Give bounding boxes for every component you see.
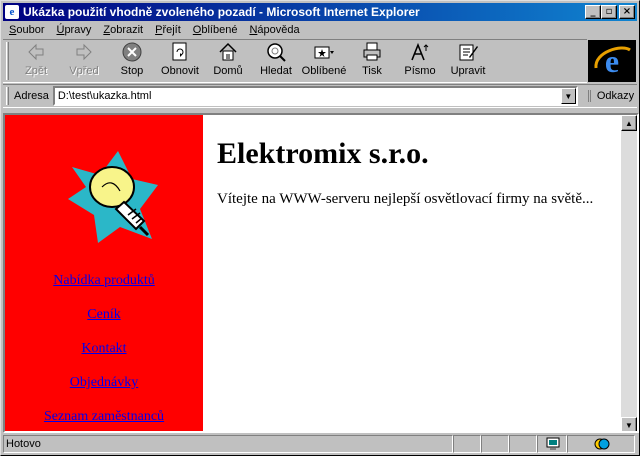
computer-zone-icon bbox=[546, 437, 560, 450]
arrow-up-icon: ▲ bbox=[625, 118, 633, 128]
font-size-icon bbox=[411, 42, 429, 61]
window-title: Ukázka použití vhodně zvoleného pozadí -… bbox=[23, 5, 420, 19]
ie-logo-icon: e bbox=[594, 43, 631, 79]
nav-link-orders[interactable]: Objednávky bbox=[5, 375, 203, 391]
search-icon bbox=[267, 43, 286, 62]
menu-oblibene[interactable]: Oblíbené bbox=[187, 24, 244, 36]
scroll-down-button[interactable]: ▼ bbox=[621, 417, 637, 431]
welcome-text: Vítejte na WWW-serveru nejlepší osvětlov… bbox=[217, 191, 594, 207]
nav-link-pricelist[interactable]: Ceník bbox=[5, 307, 203, 323]
address-input[interactable]: D:\test\ukazka.html ▼ bbox=[52, 86, 578, 106]
window-controls: _ ▫ × bbox=[585, 5, 635, 19]
scroll-up-button[interactable]: ▲ bbox=[621, 115, 637, 131]
edit-pencil-icon bbox=[459, 44, 478, 61]
search-button[interactable]: Hledat bbox=[252, 40, 300, 80]
ie-throbber-logo: e bbox=[588, 40, 636, 82]
standard-toolbar: Zpět Vpřed Stop Obnovit Domů Hledat Oblí… bbox=[3, 39, 587, 83]
address-value: D:\test\ukazka.html bbox=[57, 90, 152, 102]
status-pane-offline bbox=[537, 435, 567, 453]
vertical-scrollbar[interactable]: ▲ ▼ bbox=[621, 115, 637, 431]
address-label: Adresa bbox=[14, 90, 49, 102]
ie-app-icon: e bbox=[5, 5, 19, 19]
nav-link-contact[interactable]: Kontakt bbox=[5, 341, 203, 357]
arrow-down-icon: ▼ bbox=[625, 420, 633, 430]
local-zone-icon bbox=[594, 438, 610, 450]
stop-button[interactable]: Stop bbox=[108, 40, 156, 80]
toolbar-grip[interactable] bbox=[6, 42, 9, 80]
menu-upravy[interactable]: Úpravy bbox=[50, 24, 97, 36]
home-icon bbox=[219, 42, 237, 61]
forward-arrow-icon bbox=[76, 43, 92, 61]
address-grip[interactable] bbox=[6, 87, 9, 105]
nav-link-employees[interactable]: Seznam zaměstnanců bbox=[5, 409, 203, 425]
nav-link-products[interactable]: Nabídka produktů bbox=[5, 273, 203, 289]
maximize-button[interactable]: ▫ bbox=[601, 5, 617, 19]
title-bar: e Ukázka použití vhodně zvoleného pozadí… bbox=[3, 3, 637, 21]
address-dropdown-button[interactable]: ▼ bbox=[560, 88, 576, 104]
stop-icon bbox=[122, 42, 142, 62]
refresh-icon bbox=[172, 42, 187, 61]
browser-window: e Ukázka použití vhodně zvoleného pozadí… bbox=[0, 0, 640, 456]
status-pane-progress bbox=[453, 435, 481, 453]
back-button[interactable]: Zpět bbox=[12, 40, 60, 80]
svg-text:e: e bbox=[605, 43, 619, 79]
menu-napoveda[interactable]: Nápověda bbox=[243, 24, 305, 36]
favorites-folder-icon bbox=[314, 46, 334, 59]
page-sidebar: Nabídka produktů Ceník Kontakt Objednávk… bbox=[5, 115, 203, 431]
refresh-button[interactable]: Obnovit bbox=[156, 40, 204, 80]
status-bar: Hotovo bbox=[3, 435, 637, 453]
status-pane-zone bbox=[567, 435, 635, 453]
menu-zobrazit[interactable]: Zobrazit bbox=[97, 24, 149, 36]
close-button[interactable]: × bbox=[619, 5, 635, 19]
links-button[interactable]: Odkazy bbox=[587, 90, 634, 102]
font-button[interactable]: Písmo bbox=[396, 40, 444, 80]
menu-soubor[interactable]: Soubor bbox=[3, 24, 50, 36]
status-pane-2 bbox=[481, 435, 509, 453]
lightbulb-logo-icon bbox=[68, 151, 158, 243]
chevron-down-icon: ▼ bbox=[564, 91, 573, 101]
print-button[interactable]: Tisk bbox=[348, 40, 396, 80]
minimize-button[interactable]: _ bbox=[585, 5, 601, 19]
printer-icon bbox=[363, 42, 381, 61]
page-heading: Elektromix s.r.o. bbox=[217, 137, 429, 170]
back-arrow-icon bbox=[28, 43, 44, 61]
page-main: Elektromix s.r.o. Vítejte na WWW-serveru… bbox=[217, 137, 593, 208]
home-button[interactable]: Domů bbox=[204, 40, 252, 80]
edit-button[interactable]: Upravit bbox=[444, 40, 492, 80]
status-pane-3 bbox=[509, 435, 537, 453]
page-viewport: Nabídka produktů Ceník Kontakt Objednávk… bbox=[3, 113, 639, 433]
menu-prejit[interactable]: Přejít bbox=[149, 24, 187, 36]
status-text: Hotovo bbox=[3, 435, 453, 453]
address-bar: Adresa D:\test\ukazka.html ▼ Odkazy bbox=[3, 84, 637, 108]
favorites-button[interactable]: Oblíbené bbox=[300, 40, 348, 80]
forward-button[interactable]: Vpřed bbox=[60, 40, 108, 80]
menu-bar: Soubor Úpravy Zobrazit Přejít Oblíbené N… bbox=[3, 21, 637, 39]
